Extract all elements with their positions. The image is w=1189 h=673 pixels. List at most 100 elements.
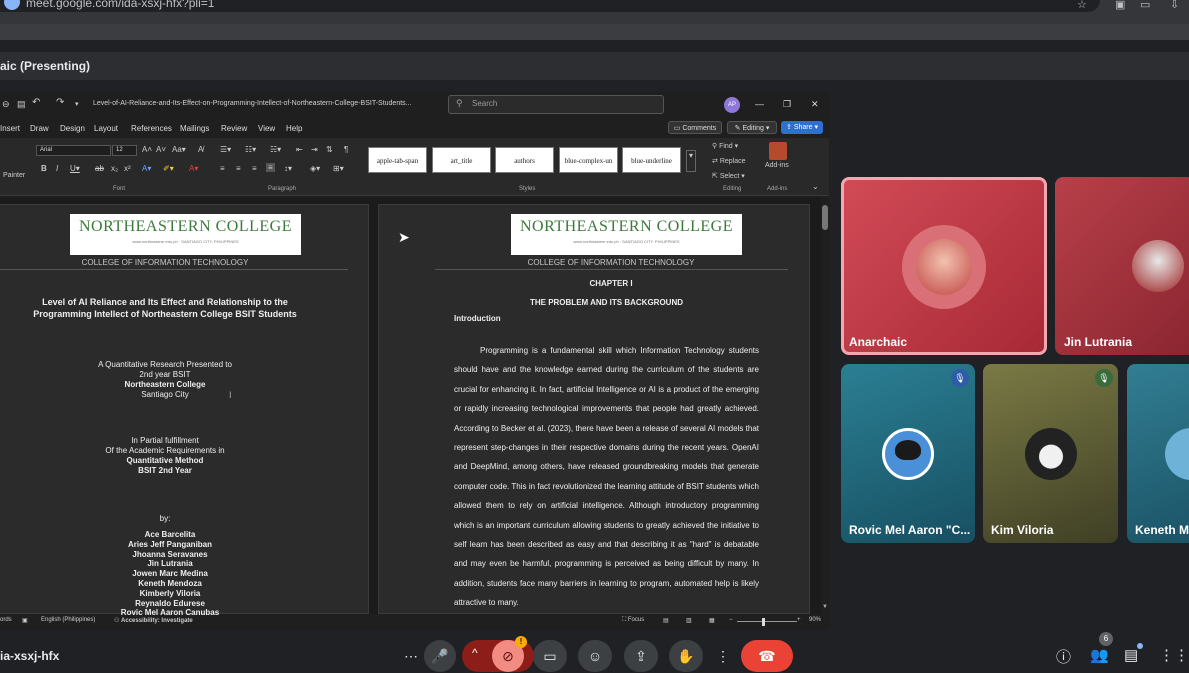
replace-button[interactable]: ⇄ Replace xyxy=(712,157,746,165)
tab-insert[interactable]: Insert xyxy=(0,124,20,133)
show-marks-icon[interactable]: ¶ xyxy=(344,145,348,154)
clear-format-icon[interactable]: A̸ xyxy=(198,145,203,154)
editing-mode-button[interactable]: ✎ Editing ▾ xyxy=(727,121,777,134)
superscript-icon[interactable]: x² xyxy=(124,164,131,173)
comments-button[interactable]: ▭ Comments xyxy=(668,121,722,134)
underline-icon[interactable]: U▾ xyxy=(70,164,80,173)
zoom-out-icon[interactable]: − xyxy=(729,617,733,623)
font-size-select[interactable]: 12 xyxy=(112,145,137,156)
captions-icon[interactable]: ▭ xyxy=(533,640,567,672)
share-button[interactable]: ⇪ Share ▾ xyxy=(781,121,823,134)
increase-indent-icon[interactable]: ⇥ xyxy=(311,145,318,154)
minimize-icon[interactable]: — xyxy=(755,99,764,109)
style-blue-complex-un[interactable]: blue-complex-un xyxy=(559,147,618,173)
tab-view[interactable]: View xyxy=(258,124,275,133)
multilevel-icon[interactable]: ☵▾ xyxy=(270,145,281,154)
end-call-icon[interactable]: ☎ xyxy=(741,640,793,672)
save-icon[interactable]: ▤ xyxy=(17,99,26,110)
word-count[interactable]: ords xyxy=(0,617,12,623)
close-icon[interactable]: ✕ xyxy=(811,99,819,110)
subscript-icon[interactable]: x₂ xyxy=(111,164,118,173)
zoom-slider-handle[interactable] xyxy=(762,618,765,626)
scroll-down-icon[interactable]: ▼ xyxy=(822,604,828,610)
present-icon[interactable]: ⇪ xyxy=(624,640,658,672)
tab-help[interactable]: Help xyxy=(286,124,302,133)
style-authors[interactable]: authors xyxy=(495,147,554,173)
customize-qat-icon[interactable]: ▾ xyxy=(75,100,79,108)
addins-button-label[interactable]: Add-ins xyxy=(765,162,789,169)
format-painter-label[interactable]: Painter xyxy=(3,172,25,179)
ribbon-collapse-icon[interactable]: ⌄ xyxy=(812,182,819,191)
account-avatar[interactable]: AP xyxy=(724,97,740,113)
numbering-icon[interactable]: ☷▾ xyxy=(245,145,256,154)
accessibility-status[interactable]: ⚇ Accessibility: Investigate xyxy=(114,617,193,624)
styles-group-label: Styles xyxy=(519,186,536,192)
tab-references[interactable]: References xyxy=(131,124,172,133)
autosave-icon[interactable]: ⊖ xyxy=(2,99,10,110)
download-icon[interactable]: ⇩ xyxy=(1170,0,1179,11)
print-layout-icon[interactable]: ▥ xyxy=(686,617,692,624)
mic-icon[interactable]: 🎤 xyxy=(424,640,456,672)
extension-icon[interactable]: ▣ xyxy=(1115,0,1125,11)
restore-icon[interactable]: ❐ xyxy=(783,99,791,110)
line-spacing-icon[interactable]: ↕▾ xyxy=(284,164,292,173)
font-name-select[interactable]: Arial xyxy=(36,145,111,156)
vertical-scrollbar[interactable] xyxy=(821,197,829,614)
redo-icon[interactable]: ↷ xyxy=(56,97,64,108)
style-blue-underline[interactable]: blue-underline xyxy=(622,147,681,173)
borders-icon[interactable]: ⊞▾ xyxy=(333,164,344,173)
strikethrough-icon[interactable]: ab xyxy=(95,164,104,173)
sort-icon[interactable]: ⇅ xyxy=(326,145,333,154)
bold-icon[interactable]: B xyxy=(41,164,47,173)
tab-mailings[interactable]: Mailings xyxy=(180,124,209,133)
find-button[interactable]: ⚲ Find ▾ xyxy=(712,142,738,150)
tab-layout[interactable]: Layout xyxy=(94,124,118,133)
tab-review[interactable]: Review xyxy=(221,124,247,133)
web-layout-icon[interactable]: ▦ xyxy=(709,617,715,624)
shading-icon[interactable]: ◈▾ xyxy=(310,164,320,173)
info-icon[interactable]: ⓘ xyxy=(1056,646,1071,667)
document-title[interactable]: Level-of-AI-Reliance-and-Its-Effect-on-P… xyxy=(93,100,412,107)
align-right-icon[interactable]: ≡ xyxy=(252,164,257,173)
styles-more-icon[interactable]: ▾ xyxy=(686,150,696,172)
style-art-title[interactable]: art_title xyxy=(432,147,491,173)
shrink-font-icon[interactable]: A˅ xyxy=(156,145,166,154)
zoom-in-icon[interactable]: + xyxy=(797,617,801,623)
chevron-up-icon[interactable]: ^ xyxy=(472,646,478,660)
undo-icon[interactable]: ↶ xyxy=(32,97,40,108)
highlight-icon[interactable]: ✐▾ xyxy=(163,164,174,173)
people-icon[interactable]: 👥 xyxy=(1090,646,1109,664)
focus-button[interactable]: ⛶ Focus xyxy=(622,617,644,624)
font-color-icon[interactable]: A▾ xyxy=(189,164,198,173)
more-horiz-icon[interactable]: ⋯ xyxy=(397,640,425,672)
zoom-slider[interactable] xyxy=(737,621,797,622)
star-icon[interactable]: ☆ xyxy=(1077,0,1087,11)
select-button[interactable]: ⇱ Select ▾ xyxy=(712,172,745,180)
addins-icon[interactable] xyxy=(769,142,787,160)
zoom-level[interactable]: 90% xyxy=(809,617,821,623)
change-case-icon[interactable]: Aa▾ xyxy=(172,145,186,154)
scroll-thumb[interactable] xyxy=(822,205,828,230)
url-text[interactable]: meet.google.com/ida-xsxj-hfx?pli=1 xyxy=(26,0,214,10)
align-left-icon[interactable]: ≡ xyxy=(220,164,225,173)
justify-icon[interactable]: ≡ xyxy=(266,163,275,172)
style-apple-tab-span[interactable]: apple-tab-span xyxy=(368,147,427,173)
more-vert-icon[interactable]: ⋮ xyxy=(710,640,736,672)
align-center-icon[interactable]: ≡ xyxy=(236,164,241,173)
decrease-indent-icon[interactable]: ⇤ xyxy=(296,145,303,154)
grow-font-icon[interactable]: A˄ xyxy=(142,145,152,154)
italic-icon[interactable]: I xyxy=(56,164,58,173)
apps-icon[interactable]: ⋮⋮ xyxy=(1159,646,1189,664)
proofing-icon[interactable]: ▣ xyxy=(22,617,28,624)
emoji-icon[interactable]: ☺ xyxy=(578,640,612,672)
hand-icon[interactable]: ✋ xyxy=(669,640,703,672)
text-effects-icon[interactable]: A▾ xyxy=(142,164,151,173)
language-status[interactable]: English (Philippines) xyxy=(41,617,95,623)
window-icon[interactable]: ▭ xyxy=(1140,0,1150,11)
tab-design[interactable]: Design xyxy=(60,124,85,133)
chat-icon[interactable]: ▤ xyxy=(1124,646,1138,664)
read-mode-icon[interactable]: ▤ xyxy=(663,617,669,624)
intro-paragraph[interactable]: Programming is a fundamental skill which… xyxy=(454,341,759,613)
tab-draw[interactable]: Draw xyxy=(30,124,49,133)
bullets-icon[interactable]: ☰▾ xyxy=(220,145,231,154)
